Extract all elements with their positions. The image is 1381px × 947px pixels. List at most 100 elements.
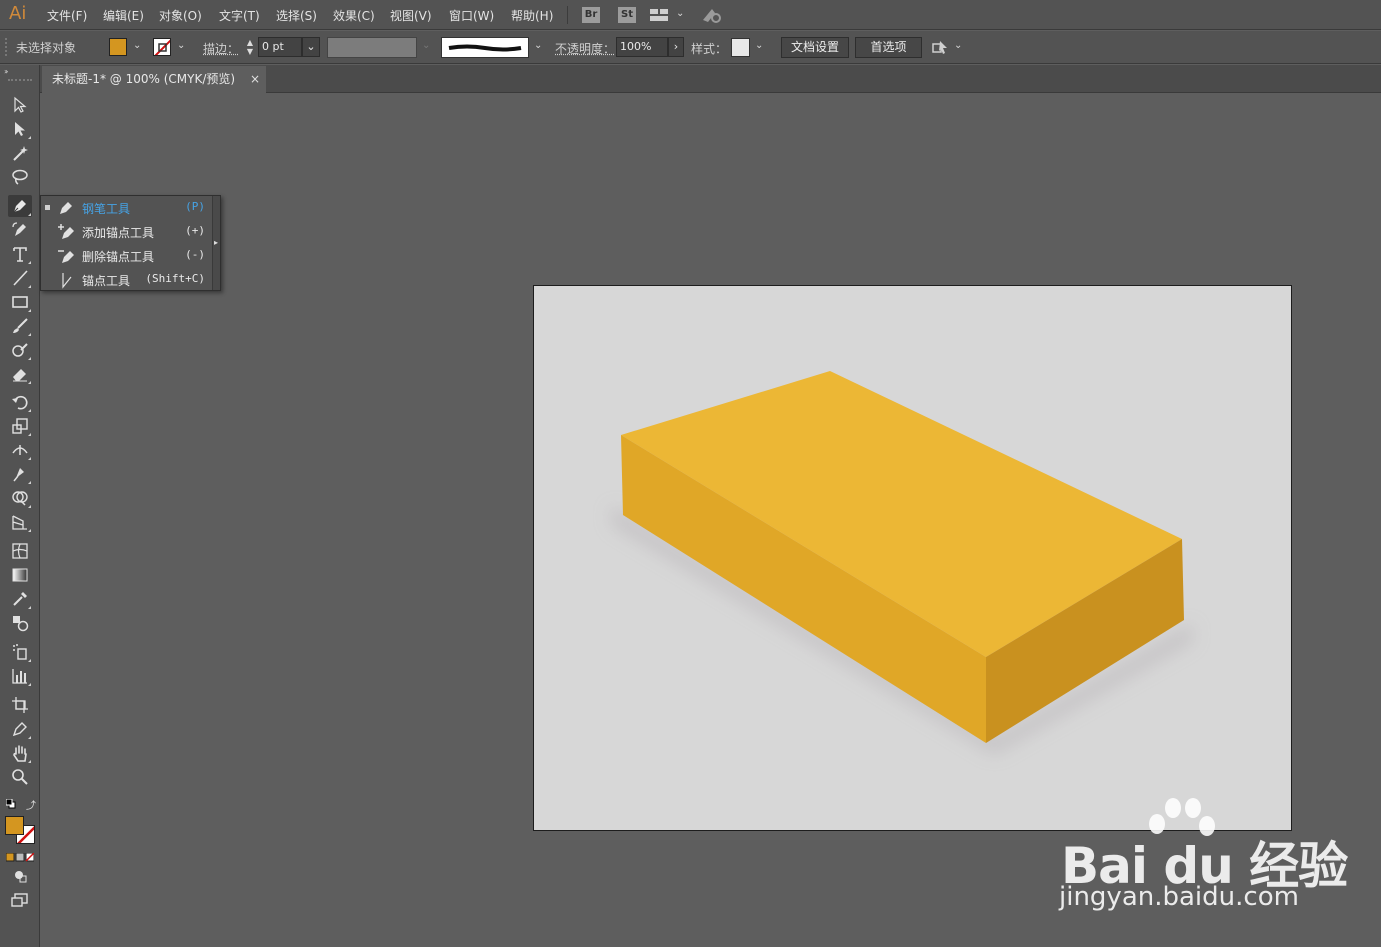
app-logo: Ai xyxy=(9,3,27,24)
column-graph-tool-icon[interactable] xyxy=(8,665,32,687)
zoom-tool-icon[interactable] xyxy=(8,766,32,788)
flyout-shortcut: (P) xyxy=(185,200,205,213)
tearoff-arrow-icon: ▸ xyxy=(214,238,219,247)
workspace-layout-icon[interactable] xyxy=(650,8,668,22)
flyout-shortcut: (-) xyxy=(185,248,205,261)
style-chevron-icon[interactable]: ⌄ xyxy=(755,40,763,51)
brush-stroke-icon xyxy=(448,44,522,51)
stroke-weight-input[interactable]: 0 pt xyxy=(258,37,302,57)
swap-colors-icon[interactable]: ⤴ xyxy=(26,797,36,812)
menu-edit[interactable]: 编辑(E) xyxy=(103,7,144,24)
graphic-style-swatch[interactable] xyxy=(731,38,750,57)
tab-title: 未标题-1* @ 100% (CMYK/预览) xyxy=(52,72,236,86)
perspective-grid-tool-icon[interactable] xyxy=(8,511,32,533)
line-segment-tool-icon[interactable] xyxy=(8,267,32,289)
flyout-item-add-anchor-point[interactable]: 添加锚点工具 (+) xyxy=(41,220,213,244)
menu-object[interactable]: 对象(O) xyxy=(159,7,202,24)
stroke-stepper[interactable]: ▲ ▼ xyxy=(244,38,256,58)
flyout-shortcut: (+) xyxy=(185,224,205,237)
opacity-input[interactable]: 100% xyxy=(616,37,668,57)
symbol-sprayer-tool-icon[interactable] xyxy=(8,641,32,663)
eyedropper-tool-icon[interactable] xyxy=(8,588,32,610)
type-tool-icon[interactable] xyxy=(8,243,32,265)
stroke-label[interactable]: 描边： xyxy=(203,40,239,57)
magic-wand-tool-icon[interactable] xyxy=(8,142,32,164)
pen-tool-flyout: 钢笔工具 (P) 添加锚点工具 (+) 删除锚点工具 (-) 锚点工具 (Shi… xyxy=(40,195,221,291)
arrange-chevron-icon[interactable]: ⌄ xyxy=(954,40,962,51)
flyout-item-delete-anchor-point[interactable]: 删除锚点工具 (-) xyxy=(41,244,213,268)
artboard[interactable] xyxy=(533,285,1292,831)
arrange-documents-icon[interactable] xyxy=(931,39,949,57)
document-tab-bar: 未标题-1* @ 100% (CMYK/预览) × xyxy=(40,65,1381,93)
rotate-tool-icon[interactable] xyxy=(8,391,32,413)
flyout-label: 添加锚点工具 xyxy=(82,226,155,240)
menu-view[interactable]: 视图(V) xyxy=(390,7,432,24)
panel-grip[interactable] xyxy=(8,79,32,83)
mesh-tool-icon[interactable] xyxy=(8,540,32,562)
brush-chevron-icon[interactable]: ⌄ xyxy=(534,40,542,51)
style-label: 样式： xyxy=(691,42,728,56)
menu-bar: Ai 文件(F) 编辑(E) 对象(O) 文字(T) 选择(S) 效果(C) 视… xyxy=(0,0,1381,30)
selection-status: 未选择对象 xyxy=(16,41,77,55)
close-icon[interactable]: × xyxy=(250,66,260,92)
fill-color-box[interactable] xyxy=(5,816,24,835)
flyout-label: 钢笔工具 xyxy=(82,202,131,216)
selection-tool-icon[interactable] xyxy=(8,94,32,116)
chevron-down-icon[interactable]: ⌄ xyxy=(676,8,684,19)
puppet-warp-tool-icon[interactable] xyxy=(8,463,32,485)
flyout-item-pen-tool[interactable]: 钢笔工具 (P) xyxy=(41,196,213,220)
draw-mode-icon[interactable] xyxy=(8,865,32,887)
collapse-panel-icon[interactable]: ›› xyxy=(4,67,9,76)
menu-window[interactable]: 窗口(W) xyxy=(449,7,494,24)
gpu-performance-icon[interactable] xyxy=(700,5,722,25)
tools-panel: ›› ⤴ xyxy=(0,65,40,947)
fill-chevron-icon[interactable]: ⌄ xyxy=(133,40,141,51)
preferences-button[interactable]: 首选项 xyxy=(855,37,922,58)
fill-swatch[interactable] xyxy=(109,38,127,56)
profile-chevron-icon[interactable]: ⌄ xyxy=(422,40,430,51)
tab-document[interactable]: 未标题-1* @ 100% (CMYK/预览) × xyxy=(42,66,266,93)
rectangle-tool-icon[interactable] xyxy=(8,291,32,313)
slice-tool-icon[interactable] xyxy=(8,718,32,740)
bridge-button[interactable]: Br xyxy=(582,7,600,23)
opacity-label[interactable]: 不透明度： xyxy=(555,40,615,57)
default-colors-icon[interactable] xyxy=(5,798,16,809)
shaper-tool-icon[interactable] xyxy=(8,339,32,361)
flyout-item-anchor-point-tool[interactable]: 锚点工具 (Shift+C) xyxy=(41,268,213,292)
box-illustration xyxy=(612,371,1192,754)
stroke-chevron-icon[interactable]: ⌄ xyxy=(177,40,185,51)
stroke-weight-dropdown[interactable]: ⌄ xyxy=(302,37,320,57)
stock-button[interactable]: St xyxy=(618,7,636,23)
hand-tool-icon[interactable] xyxy=(8,742,32,764)
menu-select[interactable]: 选择(S) xyxy=(276,7,317,24)
curvature-tool-icon[interactable] xyxy=(8,219,32,241)
direct-selection-tool-icon[interactable] xyxy=(8,118,32,140)
menu-divider xyxy=(567,6,568,24)
artboard-tool-icon[interactable] xyxy=(8,694,32,716)
width-tool-icon[interactable] xyxy=(8,439,32,461)
pen-icon xyxy=(60,202,72,214)
screen-mode-icon[interactable] xyxy=(8,889,32,911)
menu-file[interactable]: 文件(F) xyxy=(47,7,87,24)
color-mode-buttons[interactable] xyxy=(5,851,35,862)
baidu-watermark: Bai du 经验 jingyan.baidu.com xyxy=(1055,798,1348,918)
opacity-arrow-icon[interactable]: › xyxy=(668,37,684,57)
lasso-tool-icon[interactable] xyxy=(8,166,32,188)
selected-bullet-icon xyxy=(45,205,50,210)
menu-help[interactable]: 帮助(H) xyxy=(511,7,553,24)
paintbrush-tool-icon[interactable] xyxy=(8,315,32,337)
shape-builder-tool-icon[interactable] xyxy=(8,487,32,509)
stroke-none-swatch[interactable] xyxy=(153,38,171,56)
scale-tool-icon[interactable] xyxy=(8,415,32,437)
brush-definition[interactable] xyxy=(441,37,529,58)
menu-effect[interactable]: 效果(C) xyxy=(333,7,375,24)
blend-tool-icon[interactable] xyxy=(8,612,32,634)
tearoff-bar[interactable]: ▸ xyxy=(212,196,220,290)
pen-tool-icon[interactable] xyxy=(8,195,32,217)
menu-type[interactable]: 文字(T) xyxy=(219,7,260,24)
eraser-tool-icon[interactable] xyxy=(8,363,32,385)
variable-width-profile[interactable] xyxy=(327,37,417,58)
grip-handle[interactable] xyxy=(5,38,7,56)
gradient-tool-icon[interactable] xyxy=(8,564,32,586)
document-setup-button[interactable]: 文档设置 xyxy=(781,37,849,58)
